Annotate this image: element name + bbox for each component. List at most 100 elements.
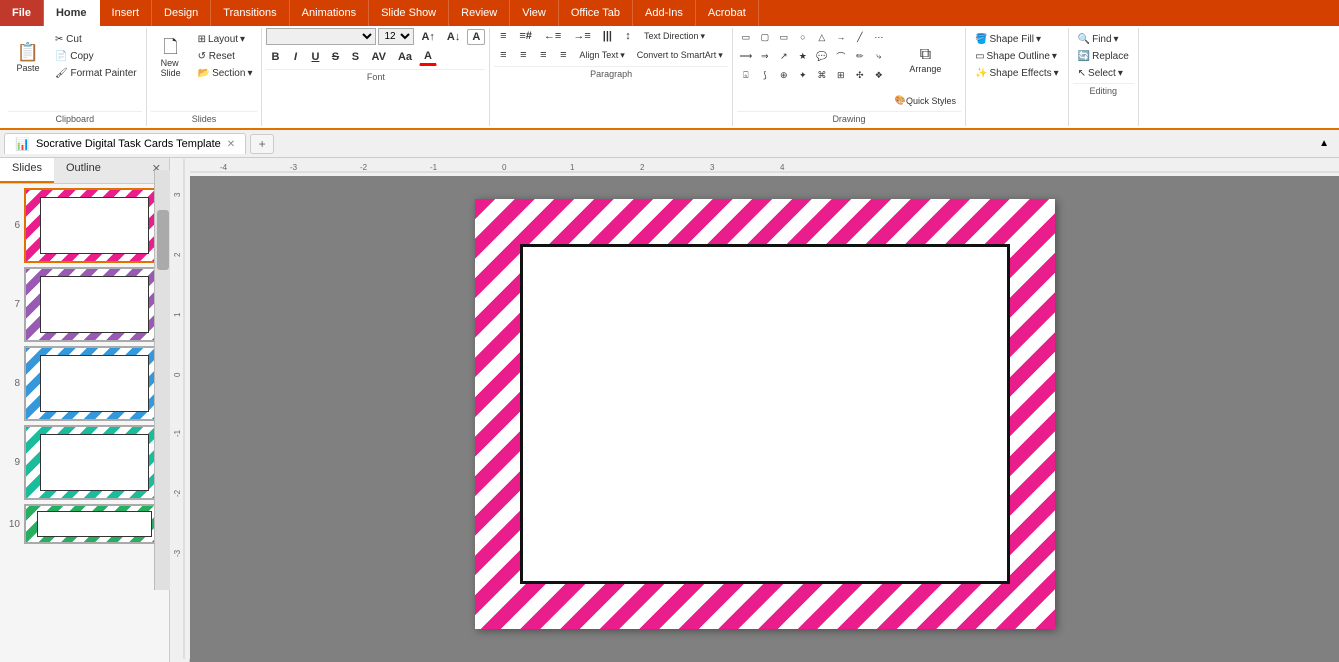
quick-styles-button[interactable]: 🎨 Quick Styles <box>890 92 961 109</box>
shape-misc8[interactable]: ❖ <box>870 66 888 84</box>
tab-transitions[interactable]: Transitions <box>211 0 289 26</box>
shape-freeform[interactable]: ✏ <box>851 47 869 65</box>
clear-format-button[interactable]: A <box>467 29 485 45</box>
shape-misc2[interactable]: ⟆ <box>756 66 774 84</box>
cut-button[interactable]: ✂ Cut <box>50 32 142 47</box>
font-size-select[interactable]: 12 <box>378 28 414 45</box>
slide-item-9[interactable]: 9 <box>4 425 165 500</box>
decrease-indent-button[interactable]: ←≡ <box>539 28 566 44</box>
shape-misc5[interactable]: ⌘ <box>813 66 831 84</box>
tab-slideshow[interactable]: Slide Show <box>369 0 449 26</box>
align-right-button[interactable]: ≡ <box>534 47 552 63</box>
shape-misc7[interactable]: ✣ <box>851 66 869 84</box>
tab-home[interactable]: Home <box>44 0 100 26</box>
replace-button[interactable]: 🔄 Replace <box>1073 49 1134 64</box>
font-color-button[interactable]: A <box>419 48 437 66</box>
shape-rect[interactable]: ▭ <box>737 28 755 46</box>
shape-rect3[interactable]: ▭ <box>775 28 793 46</box>
increase-indent-button[interactable]: →≡ <box>568 28 595 44</box>
tab-addins[interactable]: Add-Ins <box>633 0 696 26</box>
convert-smartart-button[interactable]: Convert to SmartArt ▾ <box>632 48 728 63</box>
section-button[interactable]: 📂 Section ▾ <box>193 66 258 81</box>
shape-misc4[interactable]: ✦ <box>794 66 812 84</box>
align-left-button[interactable]: ≡ <box>494 47 512 63</box>
underline-button[interactable]: U <box>306 49 324 65</box>
char-spacing-button[interactable]: AV <box>366 49 390 65</box>
format-painter-button[interactable]: 🖌 Format Painter <box>50 66 142 81</box>
slide-area[interactable] <box>190 159 1339 662</box>
shape-more[interactable]: ⋯ <box>870 28 888 46</box>
layout-button[interactable]: ⊞ Layout ▾ <box>193 32 258 47</box>
bullets-button[interactable]: ≡ <box>494 28 512 44</box>
slide-thumb-8[interactable] <box>24 346 165 421</box>
outline-tab[interactable]: Outline <box>54 158 113 183</box>
line-spacing-button[interactable]: ↕ <box>619 28 637 44</box>
justify-button[interactable]: ≡ <box>554 47 572 63</box>
slide-item-7[interactable]: 7 <box>4 267 165 342</box>
tab-acrobat[interactable]: Acrobat <box>696 0 759 26</box>
new-doc-tab-button[interactable]: + <box>250 134 274 154</box>
slide-thumb-6[interactable] <box>24 188 165 263</box>
tab-officetab[interactable]: Office Tab <box>559 0 633 26</box>
align-text-button[interactable]: Align Text ▾ <box>574 48 629 63</box>
center-button[interactable]: ≡ <box>514 47 532 63</box>
strikethrough-button[interactable]: S <box>326 49 344 65</box>
text-direction-button[interactable]: Text Direction ▾ <box>639 29 710 44</box>
copy-button[interactable]: 📄 Copy <box>50 49 142 64</box>
shape-rect2[interactable]: ▢ <box>756 28 774 46</box>
find-button[interactable]: 🔍 Find ▾ <box>1073 32 1134 47</box>
shape-misc3[interactable]: ⊕ <box>775 66 793 84</box>
main-slide[interactable] <box>475 199 1055 629</box>
tab-animations[interactable]: Animations <box>290 0 369 26</box>
slide-content-box[interactable] <box>520 244 1010 584</box>
shape-arrow3[interactable]: ⇒ <box>756 47 774 65</box>
shape-connector[interactable]: ⤷ <box>870 47 888 65</box>
shape-curve[interactable]: ⌒ <box>832 47 850 65</box>
columns-button[interactable]: ||| <box>598 28 617 44</box>
decrease-font-size-button[interactable]: A↓ <box>442 29 465 45</box>
shape-outline-button[interactable]: ▭ Shape Outline ▾ <box>970 49 1064 64</box>
tab-insert[interactable]: Insert <box>100 0 153 26</box>
shape-misc1[interactable]: ⌺ <box>737 66 755 84</box>
tab-view[interactable]: View <box>510 0 559 26</box>
shape-oval[interactable]: ○ <box>794 28 812 46</box>
shape-star[interactable]: ★ <box>794 47 812 65</box>
shadow-button[interactable]: S <box>346 49 364 65</box>
doc-tab-close-button[interactable]: ✕ <box>227 139 235 150</box>
italic-button[interactable]: I <box>286 49 304 65</box>
shape-arrow2[interactable]: ⟶ <box>737 47 755 65</box>
increase-font-size-button[interactable]: A↑ <box>416 29 439 45</box>
ribbon-collapse-button[interactable]: ▲ <box>1313 136 1335 151</box>
shape-arrow[interactable]: → <box>832 28 850 46</box>
change-case-button[interactable]: Aa <box>393 49 417 65</box>
tab-design[interactable]: Design <box>152 0 211 26</box>
document-tab[interactable]: 📊 Socrative Digital Task Cards Template … <box>4 133 246 154</box>
reset-button[interactable]: ↺ Reset <box>193 49 258 64</box>
shape-line[interactable]: ╱ <box>851 28 869 46</box>
bold-button[interactable]: B <box>266 49 284 65</box>
scrollbar-thumb[interactable] <box>157 210 169 270</box>
tab-review[interactable]: Review <box>449 0 510 26</box>
shape-triangle[interactable]: △ <box>813 28 831 46</box>
new-slide-button[interactable]: 🗋 NewSlide <box>151 28 191 88</box>
shape-misc6[interactable]: ⊞ <box>832 66 850 84</box>
shape-fill-button[interactable]: 🪣 Shape Fill ▾ <box>970 32 1064 47</box>
paste-button[interactable]: 📋 Paste <box>8 28 48 88</box>
slide-thumb-7[interactable] <box>24 267 165 342</box>
select-button[interactable]: ↖ Select ▾ <box>1073 66 1134 81</box>
font-family-select[interactable] <box>266 28 376 45</box>
slide-item-8[interactable]: 8 <box>4 346 165 421</box>
slide-item-10[interactable]: 10 <box>4 504 165 544</box>
new-slide-icon: 🗋 <box>163 38 177 56</box>
slide-thumb-9[interactable] <box>24 425 165 500</box>
tab-file[interactable]: File <box>0 0 44 26</box>
numbering-button[interactable]: ≡# <box>514 28 537 44</box>
shape-callout[interactable]: 💬 <box>813 47 831 65</box>
slides-scrollbar[interactable] <box>154 170 170 590</box>
slide-thumb-10[interactable] <box>24 504 165 544</box>
shape-arrow4[interactable]: ↗ <box>775 47 793 65</box>
slides-tab[interactable]: Slides <box>0 158 54 183</box>
arrange-button[interactable]: ⧉ Arrange <box>890 30 961 90</box>
slide-item-6[interactable]: 6 <box>4 188 165 263</box>
shape-effects-button[interactable]: ✨ Shape Effects ▾ <box>970 66 1064 81</box>
